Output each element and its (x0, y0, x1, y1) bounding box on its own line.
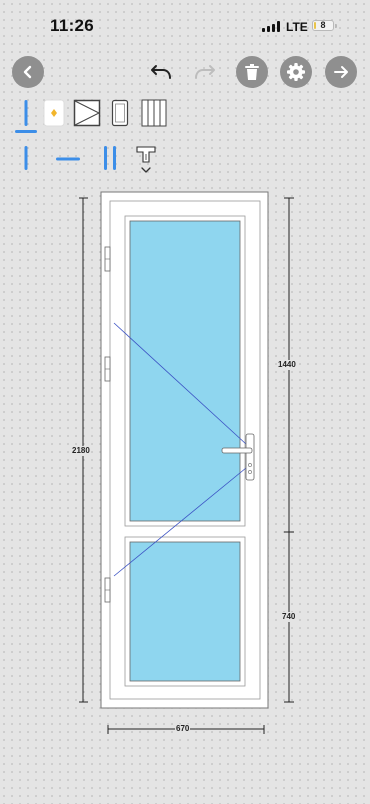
vertical-mullions-tool[interactable] (141, 99, 167, 127)
redo-icon (195, 65, 215, 79)
dimension-total-height[interactable]: 2180 (71, 446, 91, 456)
door-panel-icon (111, 99, 129, 127)
battery-tip (335, 24, 337, 28)
tilt-sash-tool[interactable] (73, 99, 101, 127)
dimension-top-panel[interactable]: 1440 (277, 360, 297, 370)
status-time: 11:26 (50, 16, 95, 35)
vertical-profile-tool[interactable] (14, 98, 38, 136)
chevron-left-icon (23, 65, 32, 79)
double-post-icon (104, 146, 116, 170)
gear-icon (287, 63, 305, 81)
undo-icon (151, 65, 171, 79)
next-button[interactable] (325, 56, 357, 88)
vertical-post-tool[interactable] (20, 144, 32, 172)
vertical-profile-icon (15, 100, 37, 133)
sash-light-icon (43, 99, 65, 127)
horizontal-post-tool[interactable] (54, 152, 82, 164)
double-post-tool[interactable] (100, 144, 120, 172)
dimension-line-right (284, 197, 294, 703)
network-type: LTE (286, 20, 308, 34)
upper-glass[interactable] (129, 220, 241, 522)
lower-glass[interactable] (129, 541, 241, 682)
horizontal-post-icon (56, 157, 80, 161)
signal-icon (262, 21, 280, 32)
back-button[interactable] (12, 56, 44, 88)
tilt-sash-icon (73, 99, 101, 127)
vertical-mullions-icon (141, 99, 167, 127)
vertical-post-icon (24, 146, 28, 170)
sash-light-tool[interactable] (43, 99, 65, 127)
delete-button[interactable] (236, 56, 268, 88)
battery-level: 8 (320, 20, 326, 30)
dimension-width[interactable]: 670 (175, 724, 191, 734)
door-drawing[interactable] (0, 180, 370, 750)
arrow-right-icon (334, 66, 348, 78)
t-profile-dropdown-tool[interactable] (134, 144, 158, 176)
redo-button[interactable] (192, 60, 216, 84)
settings-button[interactable] (280, 56, 312, 88)
battery-icon: 8 (312, 20, 334, 31)
trash-icon (245, 64, 259, 80)
undo-button[interactable] (150, 60, 174, 84)
t-profile-icon (136, 146, 156, 173)
dimension-bottom-panel[interactable]: 740 (281, 612, 297, 622)
door-panel-tool[interactable] (111, 99, 129, 127)
